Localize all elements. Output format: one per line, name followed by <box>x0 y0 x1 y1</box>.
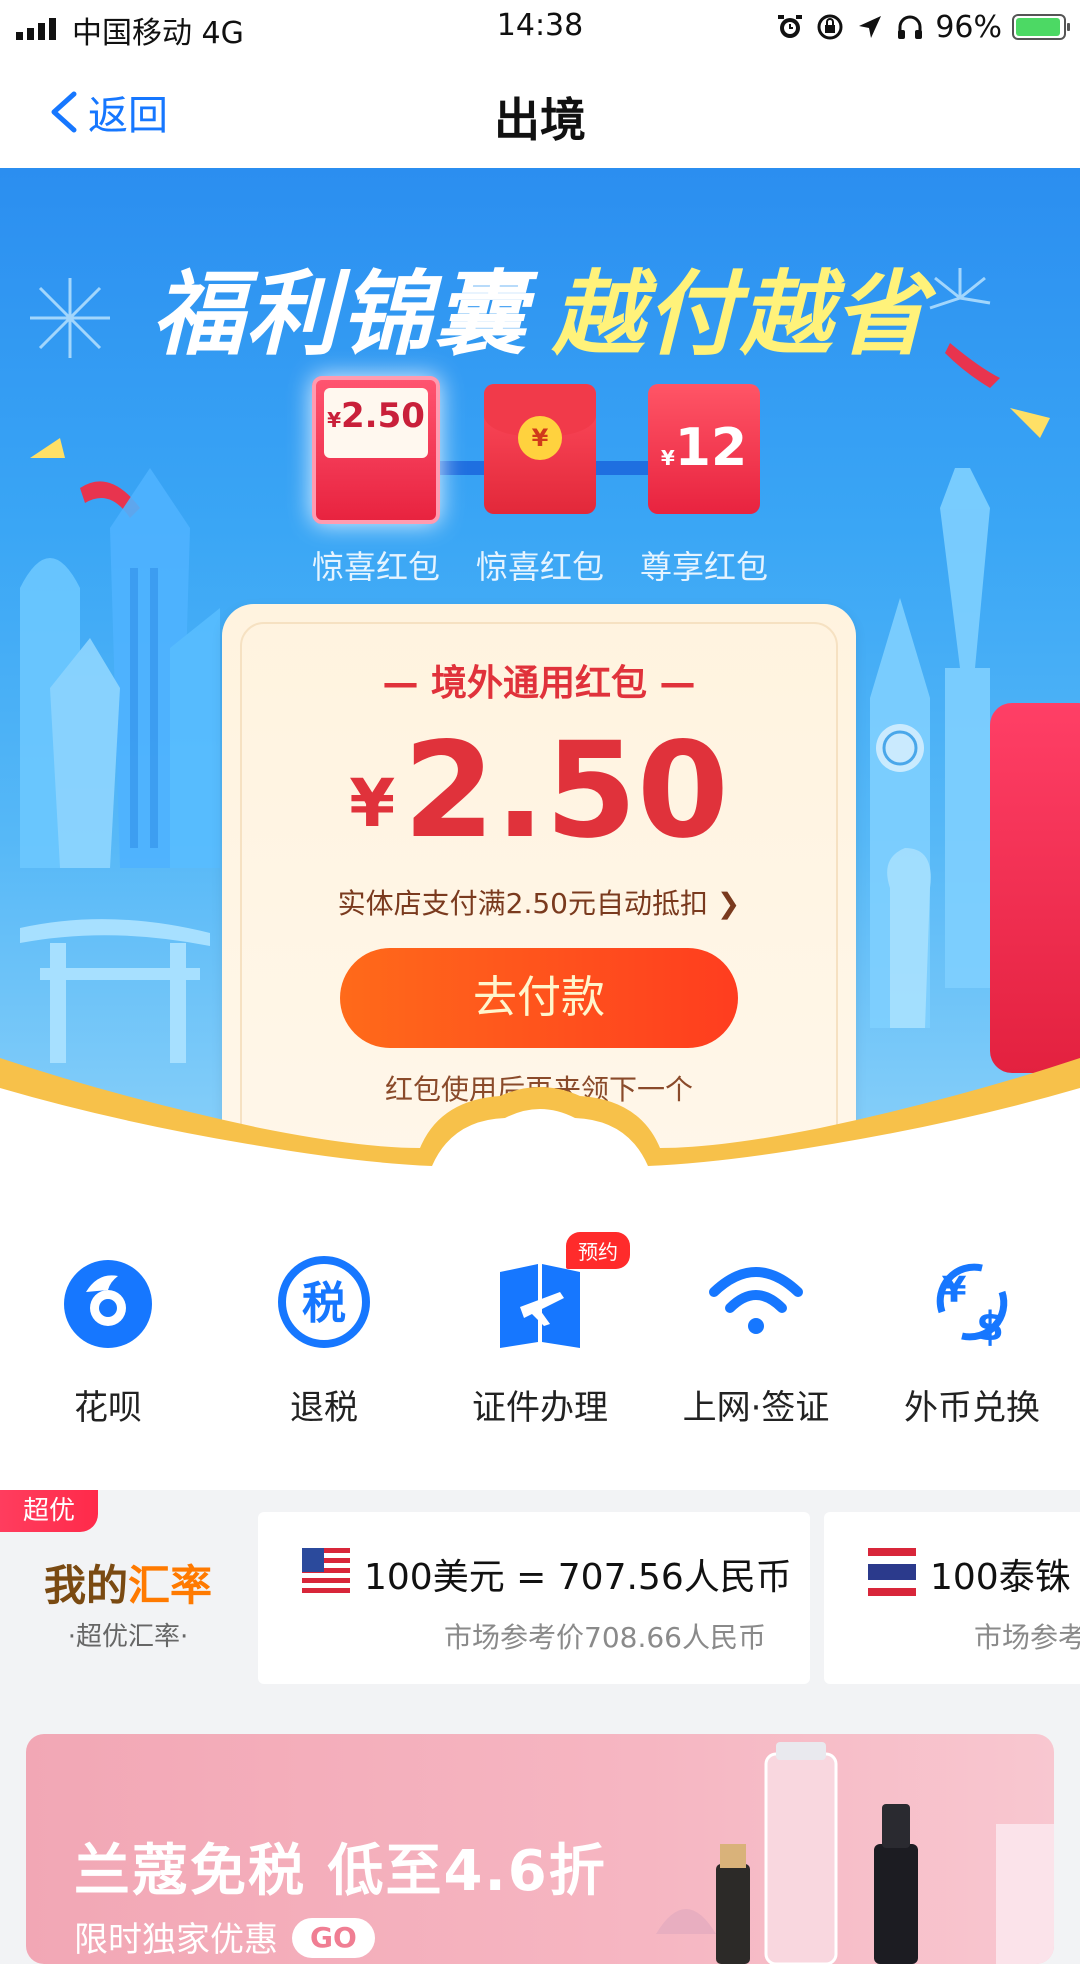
service-huabei[interactable]: 花呗 <box>8 1252 208 1429</box>
pay-button[interactable]: 去付款 <box>340 948 738 1048</box>
battery-level <box>1016 18 1061 36</box>
service-label: 上网·签证 <box>682 1388 830 1428</box>
my-rate-subtitle: ·超优汇率· <box>67 1622 189 1652</box>
logo-part-b: 汇率 <box>128 1561 213 1610</box>
my-rate-logo: 我的汇率 <box>0 1552 256 1613</box>
alarm-icon <box>778 15 803 38</box>
rate-main: 100美元 = 707.56人民币 <box>364 1557 792 1598</box>
banner-subtitle: 限时独家优惠 GO <box>74 1912 375 1961</box>
service-wifi-visa[interactable]: 上网·签证 <box>656 1252 856 1429</box>
envelope-2-label: 惊喜红包 <box>475 548 604 586</box>
red-envelope-1[interactable]: ¥2.50 <box>312 376 440 524</box>
side-envelope <box>990 703 1080 1073</box>
status-icons: 96% <box>775 9 1070 45</box>
exchange-rate-section: 超优 我的汇率 ·超优汇率· 100美元 = 707.56人民币 市场参考价70… <box>0 1490 1080 1706</box>
us-flag-icon <box>302 1548 350 1596</box>
svg-text:¥: ¥ <box>941 1270 966 1311</box>
coupon-value: 2.50 <box>403 714 729 868</box>
promo-banner[interactable]: 兰蔻免税 低至4.6折 限时独家优惠 GO <box>26 1734 1054 1964</box>
envelope-1-label: 惊喜红包 <box>311 548 440 586</box>
super-tag: 超优 <box>0 1490 98 1532</box>
battery-icon <box>1012 14 1070 40</box>
envelope-3-label: 尊享红包 <box>639 548 768 586</box>
coupon-currency: ¥ <box>349 765 396 842</box>
coupon-amount: ¥2.50 <box>222 714 856 868</box>
cosmetics-image <box>656 1742 1054 1964</box>
logo-part-a: 我的 <box>43 1561 128 1610</box>
page-title: 出境 <box>494 93 586 147</box>
thailand-flag-icon <box>868 1548 916 1596</box>
banner-title: 兰蔻免税 低至4.6折 <box>74 1839 607 1904</box>
tax-refund-icon: 税 <box>278 1256 370 1348</box>
rate-card-thb[interactable]: 100泰铢 = 市场参考 <box>824 1512 1080 1684</box>
service-currency-exchange[interactable]: ¥ $ 外币兑换 <box>872 1252 1072 1429</box>
go-button[interactable]: GO <box>292 1918 375 1958</box>
envelope-1-value: 2.50 <box>341 396 425 436</box>
envelope-3-currency: ¥ <box>660 446 675 470</box>
status-bar: 中国移动 4G 14:38 96% <box>0 0 1080 56</box>
service-label: 外币兑换 <box>904 1388 1040 1428</box>
headphones-icon <box>898 15 923 39</box>
red-envelope-2[interactable]: ¥ <box>484 384 596 514</box>
rate-main: 100泰铢 = <box>930 1557 1080 1598</box>
svg-text:$: $ <box>976 1304 1004 1350</box>
banner-subtitle-text: 限时独家优惠 <box>74 1920 278 1960</box>
huabei-icon <box>64 1260 152 1348</box>
service-documents[interactable]: 预约 证件办理 <box>440 1232 640 1429</box>
service-label: 退税 <box>290 1388 358 1428</box>
currency-exchange-icon: ¥ $ <box>936 1263 1008 1350</box>
rate-reference: 市场参考 <box>974 1621 1080 1654</box>
service-label: 证件办理 <box>472 1388 608 1428</box>
hero-title-yellow: 越付越省 <box>552 261 929 368</box>
envelope-1-currency: ¥ <box>327 408 342 432</box>
coupon-title: — 境外通用红包 — <box>382 663 696 704</box>
rate-reference: 市场参考价708.66人民币 <box>444 1621 766 1654</box>
envelope-1-amount: ¥2.50 <box>316 396 436 436</box>
wifi-icon <box>709 1267 803 1334</box>
coupon-condition-link[interactable]: 实体店支付满2.50元自动抵扣 ❯ <box>222 882 856 922</box>
navigation-bar: 返回 出境 <box>0 56 1080 168</box>
envelope-3-amount: ¥12 <box>648 418 760 478</box>
my-rate-entry[interactable]: 超优 我的汇率 ·超优汇率· <box>0 1490 256 1706</box>
service-grid: 花呗 税 退税 预约 证件办理 上网·签证 ¥ $ 外币兑换 <box>0 1198 1080 1492</box>
service-tax-refund[interactable]: 税 退税 <box>224 1252 424 1429</box>
tax-icon-glyph: 税 <box>302 1278 346 1329</box>
envelope-3-value: 12 <box>674 418 748 478</box>
hero-title-white: 福利锦囊 <box>151 261 528 368</box>
battery-percent: 96% <box>935 9 1002 45</box>
rate-card-usd[interactable]: 100美元 = 707.56人民币 市场参考价708.66人民币 <box>258 1512 810 1684</box>
rotation-lock-icon <box>817 14 843 40</box>
reservation-badge: 预约 <box>566 1232 630 1269</box>
promo-hero: 福利锦囊 越付越省 ¥2.50 ¥ ¥12 惊喜红包 惊喜红包 尊享红包 — 境外… <box>0 168 1080 1198</box>
location-icon <box>859 16 882 38</box>
coin-icon: ¥ <box>518 416 562 460</box>
hero-title: 福利锦囊 越付越省 <box>0 240 1080 373</box>
wave-divider <box>0 1058 1080 1198</box>
service-label: 花呗 <box>74 1388 142 1428</box>
red-envelope-3[interactable]: ¥12 <box>648 384 760 514</box>
